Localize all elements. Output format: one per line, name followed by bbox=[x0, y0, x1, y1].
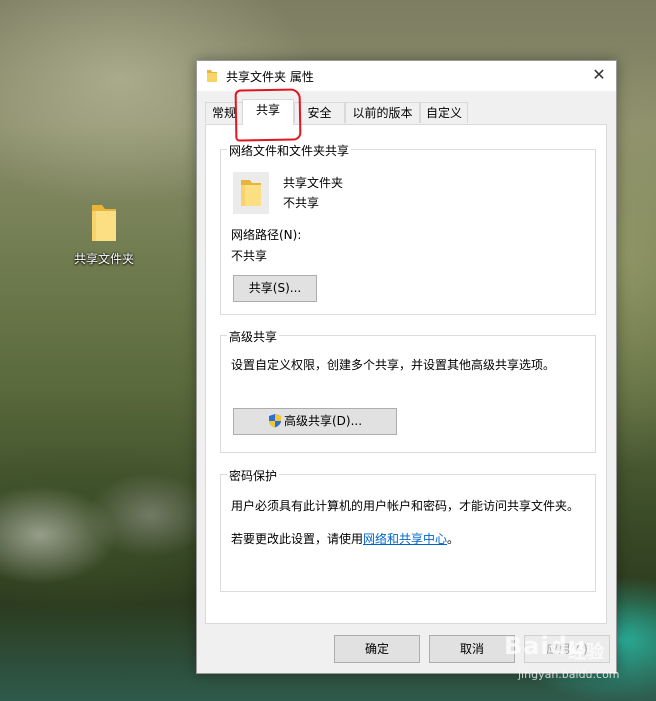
share-status: 不共享 bbox=[283, 196, 320, 210]
network-sharing-center-link[interactable]: 网络和共享中心 bbox=[363, 532, 447, 546]
window-title: 共享文件夹 属性 bbox=[226, 70, 314, 84]
folder-icon bbox=[206, 69, 218, 83]
desktop-folder-label: 共享文件夹 bbox=[73, 252, 134, 266]
change-setting-text: 若要更改此设置，请使用网络和共享中心。 bbox=[231, 530, 459, 547]
properties-dialog: 共享文件夹 属性 ✕ 常规 共享 安全 以前的版本 自定义 网络文件和文件夹共享… bbox=[196, 60, 617, 674]
wallpaper-rocks bbox=[0, 455, 200, 635]
change-setting-suffix: 。 bbox=[447, 532, 460, 546]
close-icon: ✕ bbox=[592, 65, 606, 84]
watermark-sub: 经验 bbox=[568, 642, 604, 663]
advanced-sharing-button[interactable]: 高级共享(D)... bbox=[233, 408, 397, 435]
sharing-tab-panel: 网络文件和文件夹共享 共享文件夹 不共享 网络路径(N): 不共享 共享(S).… bbox=[205, 124, 607, 624]
desktop-folder-shortcut[interactable]: 共享文件夹 bbox=[70, 202, 138, 267]
tab-security[interactable]: 安全 bbox=[294, 102, 345, 123]
group-title: 密码保护 bbox=[227, 467, 280, 484]
tab-security-label: 安全 bbox=[307, 106, 332, 120]
uac-shield-icon bbox=[268, 412, 282, 437]
folder-icon bbox=[90, 202, 118, 244]
advanced-sharing-group: 高级共享 设置自定义权限，创建多个共享，并设置其他高级共享选项。 高级共享(D)… bbox=[220, 328, 596, 453]
tab-customize-label: 自定义 bbox=[425, 106, 462, 120]
shared-folder-name: 共享文件夹 bbox=[283, 176, 344, 190]
advanced-sharing-button-label: 高级共享(D)... bbox=[283, 414, 363, 428]
folder-icon bbox=[233, 172, 269, 214]
baidu-watermark: Baidu 经验 jingyan.baidu.com bbox=[500, 630, 650, 690]
network-sharing-group: 网络文件和文件夹共享 共享文件夹 不共享 网络路径(N): 不共享 共享(S).… bbox=[220, 142, 596, 315]
watermark-url: jingyan.baidu.com bbox=[518, 668, 620, 681]
group-title: 高级共享 bbox=[227, 328, 280, 345]
ok-button[interactable]: 确定 bbox=[334, 635, 420, 663]
network-path-value: 不共享 bbox=[231, 249, 268, 263]
advanced-sharing-description: 设置自定义权限，创建多个共享，并设置其他高级共享选项。 bbox=[231, 358, 556, 372]
tab-previous-versions[interactable]: 以前的版本 bbox=[345, 102, 420, 123]
password-protection-description: 用户必须具有此计算机的用户帐户和密码，才能访问共享文件夹。 bbox=[231, 499, 580, 513]
tab-sharing-label: 共享 bbox=[255, 103, 280, 117]
tab-sharing[interactable]: 共享 bbox=[242, 99, 294, 125]
change-setting-prefix: 若要更改此设置，请使用 bbox=[231, 532, 364, 546]
share-button[interactable]: 共享(S)... bbox=[233, 275, 317, 302]
group-title: 网络文件和文件夹共享 bbox=[227, 142, 352, 159]
tab-general-label: 常规 bbox=[211, 106, 236, 120]
title-bar[interactable]: 共享文件夹 属性 ✕ bbox=[197, 61, 616, 91]
network-path-label: 网络路径(N): bbox=[231, 228, 302, 242]
password-protection-group: 密码保护 用户必须具有此计算机的用户帐户和密码，才能访问共享文件夹。 若要更改此… bbox=[220, 467, 596, 592]
tab-previous-versions-label: 以前的版本 bbox=[352, 106, 413, 120]
close-button[interactable]: ✕ bbox=[582, 61, 616, 91]
tab-customize[interactable]: 自定义 bbox=[420, 102, 468, 123]
